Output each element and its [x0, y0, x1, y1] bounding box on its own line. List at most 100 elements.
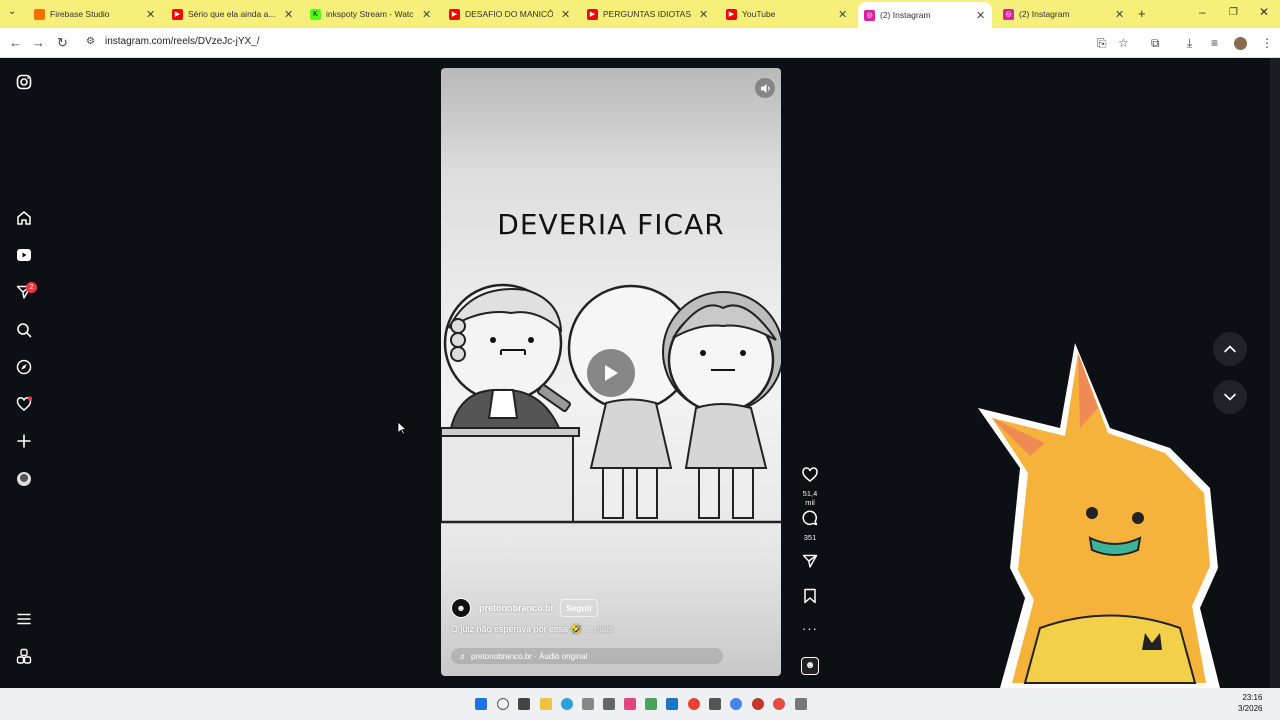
clock-time: 23:16	[1242, 693, 1263, 702]
store-icon[interactable]	[582, 698, 594, 710]
tab-title: Firebase Studio	[50, 9, 110, 19]
app-icon[interactable]	[645, 698, 657, 710]
youtube-icon: ▶	[172, 8, 183, 20]
bookmark-star-icon[interactable]: ☆	[1118, 36, 1129, 50]
tab-youtube-2[interactable]: ▶ DESAFIO DO MANICÔMI... ✕	[445, 0, 575, 28]
instagram-logo-icon[interactable]	[14, 72, 34, 92]
firebase-icon	[34, 8, 45, 20]
close-tab-icon[interactable]: ✕	[284, 8, 293, 21]
search-taskbar-icon[interactable]	[497, 698, 509, 710]
site-info-icon[interactable]: ⚙	[86, 36, 95, 47]
address-bar-row: ← → ↻ ⚙ instagram.com/reels/DVzeJc-jYX_/…	[0, 28, 1280, 58]
tab-instagram-active[interactable]: ◎ (2) Instagram ✕	[858, 2, 992, 28]
menu-icon[interactable]: ⋮	[1261, 36, 1273, 50]
follow-button[interactable]: Seguir	[560, 599, 599, 617]
chevron-up-icon	[1224, 345, 1236, 353]
home-icon[interactable]	[14, 208, 34, 228]
share-icon	[802, 554, 818, 568]
page-scrollbar[interactable]	[1270, 58, 1280, 688]
share-action[interactable]	[797, 553, 823, 574]
task-view-icon[interactable]	[518, 698, 530, 710]
reel-caption: O juiz não esperava por essa 🤣 ... mais	[451, 624, 613, 635]
close-tab-icon[interactable]: ✕	[699, 8, 708, 21]
comment-count: 351	[803, 533, 817, 542]
instagram-icon: ◎	[1003, 8, 1014, 20]
mute-toggle-button[interactable]	[755, 78, 775, 98]
install-app-icon[interactable]: ⎘	[1097, 36, 1107, 51]
mouse-cursor-icon	[397, 421, 407, 435]
kick-icon: K	[310, 8, 321, 20]
app-icon[interactable]	[709, 698, 721, 710]
chrome-icon[interactable]	[688, 698, 700, 710]
browser-tab-bar: ⌄ Firebase Studio ✕ ▶ Sério que ela aind…	[0, 0, 1280, 28]
profile-avatar-icon[interactable]	[14, 469, 34, 489]
audio-info[interactable]: ♬ pretonobranco.br · Áudio original	[451, 648, 723, 664]
close-tab-icon[interactable]: ✕	[838, 8, 847, 21]
forward-button[interactable]: →	[32, 35, 45, 50]
like-action[interactable]: 51,4 mil	[797, 467, 823, 507]
search-icon[interactable]	[14, 320, 34, 340]
tab-firebase[interactable]: Firebase Studio ✕	[30, 0, 160, 28]
system-clock[interactable]: 23:16 3/2026	[1238, 692, 1262, 714]
close-tab-icon[interactable]: ✕	[422, 8, 431, 21]
save-action[interactable]	[797, 588, 823, 609]
start-menu-icon[interactable]	[475, 698, 487, 710]
close-window-button[interactable]: ✕	[1259, 5, 1269, 19]
tab-title: (2) Instagram	[1019, 9, 1070, 19]
app-icon[interactable]	[752, 698, 764, 710]
youtube-icon: ▶	[726, 8, 737, 20]
new-tab-button[interactable]: +	[1138, 6, 1146, 21]
restore-button[interactable]: ❐	[1229, 7, 1238, 18]
close-tab-icon[interactable]: ✕	[976, 9, 985, 22]
video-title-text: DEVERIA FICAR	[497, 208, 725, 241]
url-field[interactable]: instagram.com/reels/DVzeJc-jYX_/	[105, 36, 260, 47]
tab-title: Sério que ela ainda a...	[188, 9, 276, 19]
profile-avatar[interactable]	[1234, 37, 1247, 50]
comment-action[interactable]: 351	[797, 510, 823, 542]
tab-youtube-1[interactable]: ▶ Sério que ela ainda a... ✕	[168, 0, 298, 28]
audio-thumbnail[interactable]: ☻	[797, 657, 823, 675]
media-control-icon[interactable]: ≡	[1211, 36, 1218, 50]
app-icon[interactable]	[773, 698, 785, 710]
reload-button[interactable]: ↻	[57, 35, 68, 51]
app-icon[interactable]	[624, 698, 636, 710]
tab-search-icon[interactable]: ⌄	[8, 6, 16, 17]
play-button[interactable]	[587, 349, 635, 397]
create-plus-icon[interactable]	[14, 431, 34, 451]
download-icon[interactable]: ⤓	[1187, 36, 1192, 51]
tab-instagram-2[interactable]: ◎ (2) Instagram ✕	[999, 0, 1129, 28]
app-icon[interactable]	[795, 698, 807, 710]
extensions-icon[interactable]: ⧉	[1151, 36, 1160, 51]
tab-youtube-home[interactable]: ▶ YouTube ✕	[722, 0, 852, 28]
notification-badge: 2	[26, 282, 37, 293]
minimize-button[interactable]: –	[1199, 5, 1206, 19]
reel-author-row: ☻ pretonobranco.br Seguir	[451, 598, 599, 618]
file-explorer-icon[interactable]	[540, 698, 552, 710]
tab-kick[interactable]: K inkspoty Stream - Watch ✕	[306, 0, 436, 28]
chrome-profile-icon[interactable]	[730, 698, 742, 710]
more-options-icon[interactable]: ···	[797, 621, 823, 636]
tab-youtube-3[interactable]: ▶ PERGUNTAS IDIOTAS - Yo ✕	[583, 0, 713, 28]
caption-more-link[interactable]: ... mais	[584, 624, 613, 634]
author-username[interactable]: pretonobranco.br	[479, 603, 554, 613]
audio-thumbnail-image: ☻	[801, 657, 819, 675]
tab-title: DESAFIO DO MANICÔMI...	[465, 9, 553, 19]
close-tab-icon[interactable]: ✕	[561, 8, 570, 21]
tab-title: inkspoty Stream - Watch	[326, 9, 414, 19]
tab-title: PERGUNTAS IDIOTAS - Yo	[603, 9, 691, 19]
close-tab-icon[interactable]: ✕	[1115, 8, 1124, 21]
reel-video[interactable]: DEVERIA FICAR ☻ pretonobranco.br Seguir …	[441, 68, 781, 676]
reels-icon[interactable]	[14, 245, 34, 265]
close-tab-icon[interactable]: ✕	[146, 8, 155, 21]
explore-icon[interactable]	[14, 357, 34, 377]
notifications-heart-icon[interactable]	[14, 394, 34, 414]
youtube-icon: ▶	[587, 8, 598, 20]
author-avatar[interactable]: ☻	[451, 598, 471, 618]
more-menu-icon[interactable]	[14, 609, 34, 629]
bookmark-icon	[804, 588, 816, 604]
steam-icon[interactable]	[666, 698, 678, 710]
edge-icon[interactable]	[561, 698, 573, 710]
back-button[interactable]: ←	[9, 35, 22, 50]
app-icon[interactable]	[603, 698, 615, 710]
also-from-meta-icon[interactable]	[14, 646, 34, 666]
